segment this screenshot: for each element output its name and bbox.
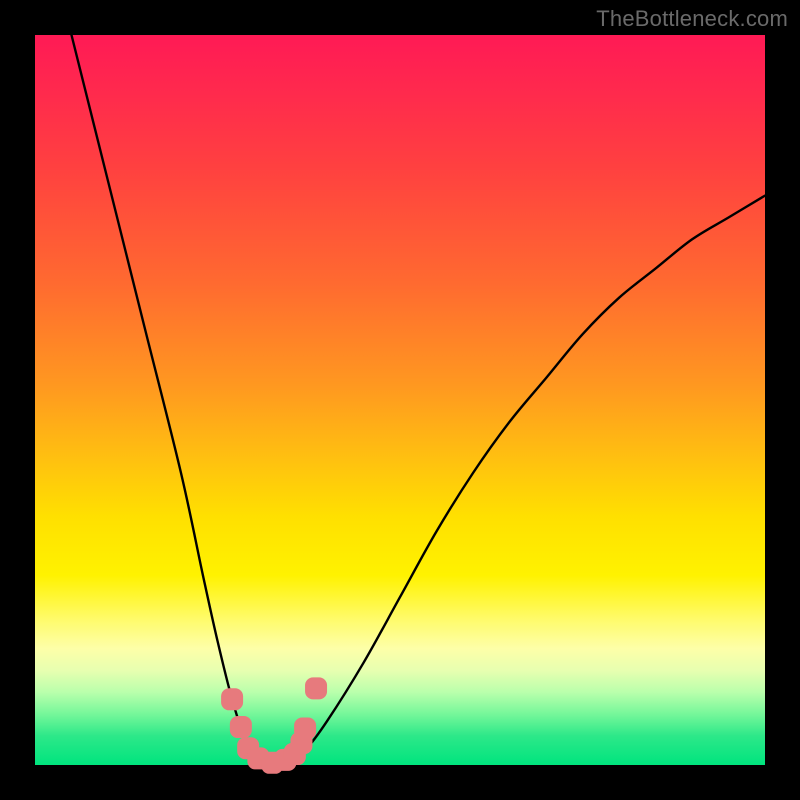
highlight-dot bbox=[221, 688, 243, 710]
highlight-dot bbox=[305, 677, 327, 699]
curve-svg bbox=[35, 35, 765, 765]
highlight-dot bbox=[294, 718, 316, 740]
highlight-dots bbox=[221, 677, 327, 773]
watermark-text: TheBottleneck.com bbox=[596, 6, 788, 32]
bottleneck-curve bbox=[72, 35, 766, 765]
highlight-dot bbox=[230, 716, 252, 738]
plot-area bbox=[35, 35, 765, 765]
chart-frame: TheBottleneck.com bbox=[0, 0, 800, 800]
